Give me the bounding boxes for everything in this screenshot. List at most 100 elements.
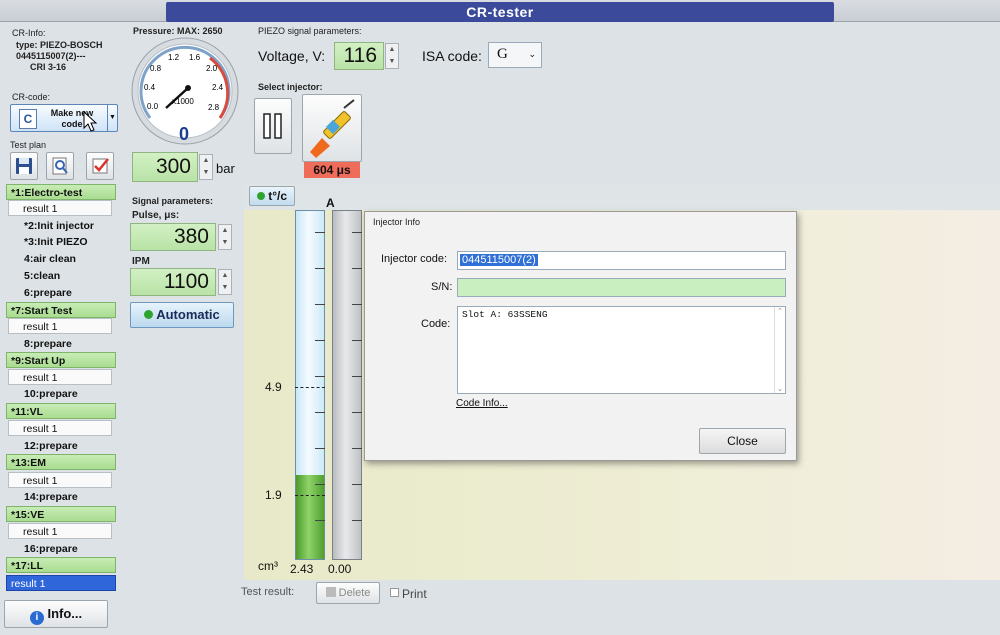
voltage-field[interactable]: 116 [334,42,384,70]
check-plan-button[interactable] [86,152,114,180]
tube-tick [352,340,362,341]
pulse-field[interactable]: 380 [130,223,216,251]
automatic-mode-button[interactable]: Automatic [130,302,234,328]
ipm-label: IPM [132,256,150,267]
test-plan-step[interactable]: *13:EM [6,454,116,470]
select-injector-heading: Select injector: [258,82,323,92]
cr-code-heading: CR-code: [12,92,51,102]
info-button[interactable]: i Info... [4,600,108,628]
sn-label: S/N: [431,281,453,293]
injector-time-badge: 604 μs [304,162,360,178]
test-plan-step[interactable]: 8:prepare [6,336,116,352]
injector-code-field[interactable]: 0445115007(2) [457,251,786,270]
print-checkbox[interactable] [390,588,399,597]
tube-tick [315,304,325,305]
gauge-label: 2.4 [212,83,224,92]
test-plan-step[interactable]: 12:prepare [6,438,116,454]
test-plan-step[interactable]: *7:Start Test [6,302,116,318]
test-plan-step[interactable]: *2:Init injector [6,218,116,234]
injector-code-value: 0445115007(2) [460,254,538,266]
scale-label-upper: 4.9 [265,380,282,394]
injector-button[interactable] [302,94,362,162]
sn-field[interactable] [457,278,786,297]
test-plan-result[interactable]: result 1 [8,200,112,216]
test-plan-result[interactable]: result 1 [8,420,112,436]
test-plan-step[interactable]: *15:VE [6,506,116,522]
tube-tick [352,412,362,413]
cr-info-part: 0445115007(2)--- [16,51,86,61]
piezo-heading: PIEZO signal parameters: [258,26,362,36]
pressure-setpoint-field[interactable]: 300 [132,152,198,182]
ipm-field[interactable]: 1100 [130,268,216,296]
pressure-spinner[interactable]: ▲ ▼ [199,154,213,180]
temperature-button[interactable]: t°/c [249,186,295,206]
test-plan-list: *1:Electro-test result 1 *2:Init injector *… [0,182,124,594]
code-label: Code: [421,318,451,330]
test-result-label: Test result: [241,586,295,598]
magnifier-icon [52,157,68,175]
test-plan-step[interactable]: 4:air clean [6,251,116,267]
search-plan-button[interactable] [46,152,74,180]
test-plan-step[interactable]: *11:VL [6,403,116,419]
test-plan-step[interactable]: 14:prepare [6,489,116,505]
test-plan-step[interactable]: 10:prepare [6,386,116,402]
isa-code-label: ISA code: [422,48,482,64]
test-plan-step[interactable]: 6:prepare [6,285,116,301]
test-plan-step[interactable]: *9:Start Up [6,352,116,368]
make-new-code-button[interactable]: C Make new code ▼ [10,104,118,132]
chevron-down-icon: ⌄ [528,49,536,59]
print-label: Print [402,587,427,601]
voltage-spinner[interactable]: ▲ ▼ [385,43,399,69]
info-icon: i [29,611,44,625]
ipm-spinner[interactable]: ▲ ▼ [218,269,232,295]
test-plan-step[interactable]: *17:LL [6,557,116,573]
pause-button[interactable] [254,98,292,154]
delete-button-label: Delete [338,587,371,599]
test-plan-step[interactable]: *3:Init PIEZO [6,234,116,250]
test-plan-result[interactable]: result 1 [8,523,112,539]
signal-heading: Signal parameters: [132,196,214,206]
dialog-title: Injector Info [373,217,421,227]
test-plan-result[interactable]: result 1 [8,318,112,334]
tube-tick [315,340,325,341]
tube-fill-level [296,475,324,559]
volume-unit: cm³ [258,559,278,573]
close-button[interactable]: Close [699,428,786,454]
tube-tick [315,376,325,377]
test-plan-heading: Test plan [10,140,47,150]
automatic-mode-label: Automatic [156,307,220,322]
cr-info-cri: CRI 3-16 [30,62,67,72]
cr-info-type: type: PIEZO-BOSCH [16,40,103,50]
code-c-icon: C [19,109,37,129]
gauge-label: 0.4 [144,83,156,92]
test-plan-result[interactable]: result 1 [8,472,112,488]
voltage-label: Voltage, V: [258,48,326,64]
code-info-link[interactable]: Code Info... [456,398,508,409]
delete-button[interactable]: Delete [316,582,380,604]
pressure-unit: bar [216,161,235,176]
dropdown-arrow-icon[interactable]: ▼ [107,105,117,131]
tube-tick [352,268,362,269]
gauge-reading: 0 [179,124,189,144]
tube-tick [352,484,362,485]
volume-value-left: 2.43 [290,562,314,576]
tube-tick [352,376,362,377]
injector-code-label: Injector code: [381,253,448,265]
isa-code-select[interactable]: G ⌄ [488,42,542,68]
test-plan-step[interactable]: *1:Electro-test [6,184,116,200]
test-plan-step[interactable]: 16:prepare [6,541,116,557]
test-plan-result[interactable]: result 1 [6,575,116,591]
pulse-label: Pulse, μs: [132,210,180,221]
floppy-disk-icon [16,158,32,174]
tube-tick [315,520,325,521]
delete-icon [325,587,336,597]
code-textarea[interactable]: Slot A: 63SSENG ⌃ ⌄ [457,306,786,394]
test-plan-step[interactable]: 5:clean [6,268,116,284]
tube-tick [352,448,362,449]
test-plan-result[interactable]: result 1 [8,369,112,385]
textarea-scrollbar[interactable]: ⌃ ⌄ [774,307,785,393]
temperature-label: t°/c [268,189,288,203]
code-textarea-value: Slot A: 63SSENG [462,309,548,320]
pulse-spinner[interactable]: ▲ ▼ [218,224,232,250]
save-plan-button[interactable] [10,152,38,180]
